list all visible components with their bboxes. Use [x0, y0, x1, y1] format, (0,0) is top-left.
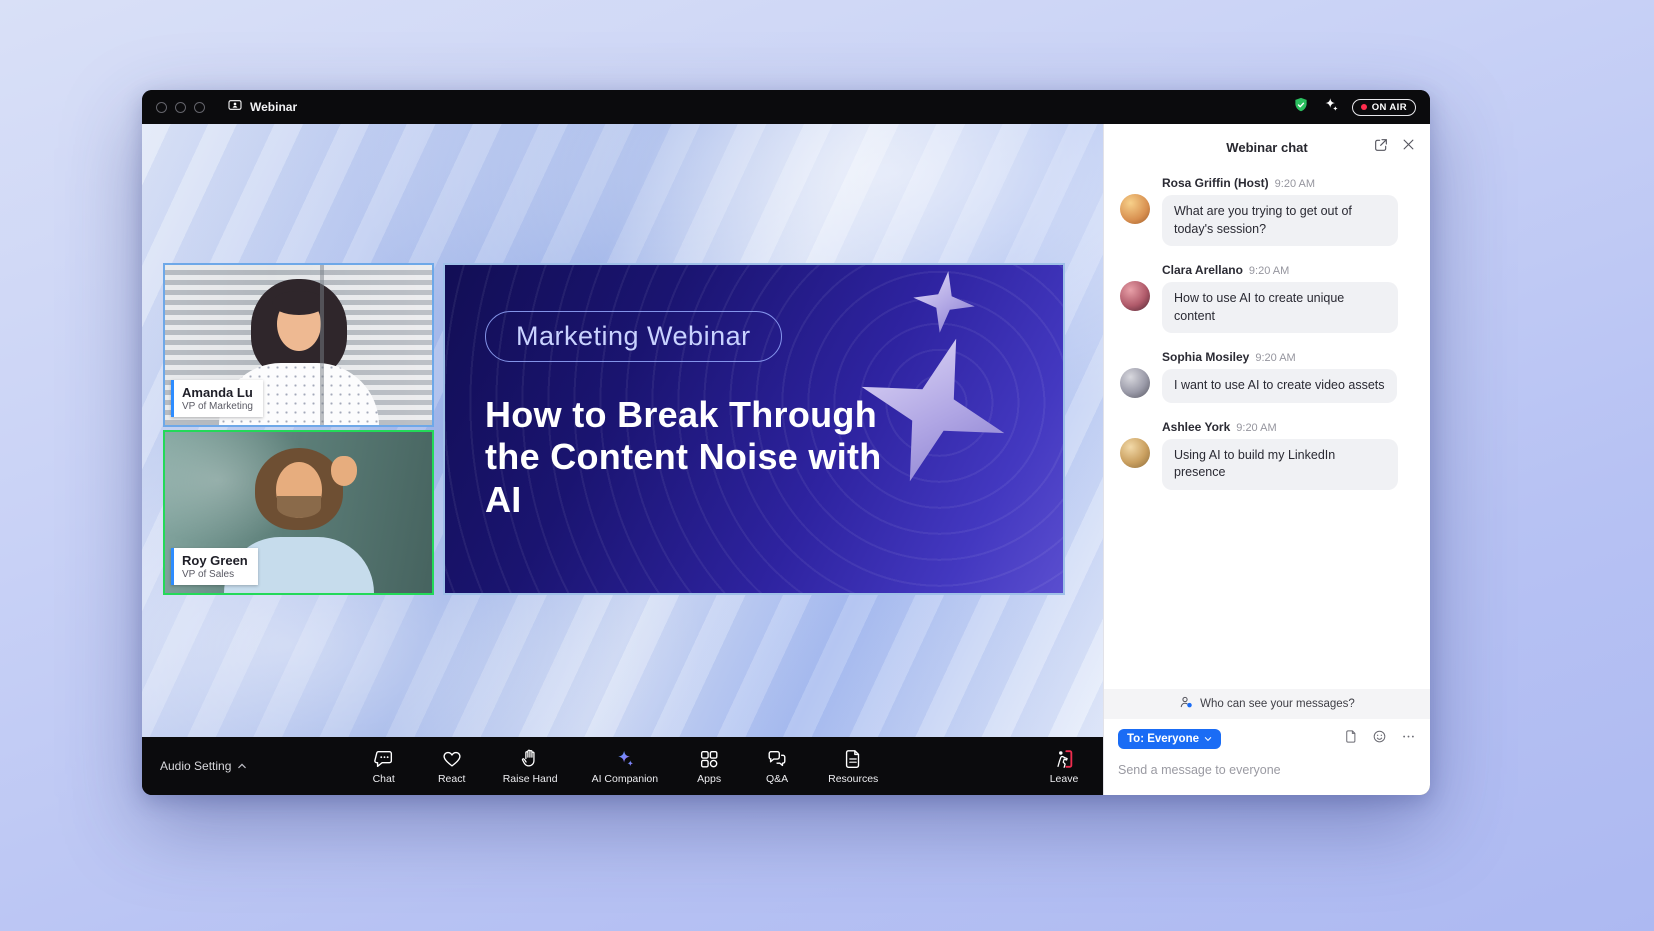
- message-time: 9:20 AM: [1236, 422, 1276, 434]
- presentation-badge: Marketing Webinar: [485, 311, 782, 362]
- message-input[interactable]: [1118, 763, 1416, 777]
- chat-button[interactable]: Chat: [367, 748, 401, 785]
- on-air-dot-icon: [1361, 104, 1367, 110]
- message-text: How to use AI to create unique content: [1162, 282, 1398, 333]
- pop-out-icon[interactable]: [1373, 137, 1389, 158]
- emoji-icon[interactable]: [1372, 729, 1387, 749]
- message-sender: Sophia Mosiley: [1162, 350, 1249, 364]
- participant-name: Roy Green: [182, 553, 248, 568]
- message-text: I want to use AI to create video assets: [1162, 369, 1397, 403]
- recipient-selector[interactable]: To: Everyone: [1118, 729, 1221, 749]
- minimize-window-button[interactable]: [175, 102, 186, 113]
- recipient-label: To: Everyone: [1127, 733, 1199, 745]
- message-time: 9:20 AM: [1275, 178, 1315, 190]
- participant-name: Amanda Lu: [182, 385, 253, 400]
- privacy-note-text: Who can see your messages?: [1200, 698, 1355, 710]
- participant-role: VP of Marketing: [182, 401, 253, 412]
- nametag-roy: Roy Green VP of Sales: [171, 548, 258, 585]
- close-icon[interactable]: [1401, 137, 1416, 157]
- qa-button[interactable]: Q&A: [760, 748, 794, 785]
- chat-message: Ashlee York 9:20 AM Using AI to build my …: [1120, 420, 1414, 490]
- attach-file-icon[interactable]: [1343, 729, 1358, 749]
- chat-panel: Webinar chat Rosa Griffin: [1103, 124, 1430, 795]
- heart-icon: [441, 748, 463, 770]
- close-window-button[interactable]: [156, 102, 167, 113]
- video-stage: Amanda Lu VP of Marketing: [142, 124, 1103, 737]
- chat-message: Rosa Griffin (Host) 9:20 AM What are you …: [1120, 176, 1414, 246]
- window-controls: [156, 102, 205, 113]
- chat-composer: To: Everyone: [1104, 719, 1430, 795]
- qa-bubbles-icon: [766, 748, 788, 770]
- chat-message-list: Rosa Griffin (Host) 9:20 AM What are you …: [1104, 170, 1430, 689]
- webinar-icon: [227, 98, 243, 117]
- avatar: [1120, 368, 1150, 398]
- resources-button[interactable]: Resources: [828, 748, 878, 785]
- message-sender: Rosa Griffin (Host): [1162, 176, 1269, 190]
- webinar-window: Webinar ON AIR: [142, 90, 1430, 795]
- document-icon: [842, 748, 864, 770]
- apps-grid-icon: [698, 748, 720, 770]
- shared-screen-presentation: Marketing Webinar How to Break Through t…: [443, 263, 1065, 595]
- maximize-window-button[interactable]: [194, 102, 205, 113]
- chevron-down-icon: [1204, 733, 1212, 745]
- chat-message: Clara Arellano 9:20 AM How to use AI to c…: [1120, 263, 1414, 333]
- raised-hand-icon: [519, 748, 541, 770]
- presentation-title: How to Break Through the Content Noise w…: [485, 394, 925, 521]
- chat-message: Sophia Mosiley 9:20 AM I want to use AI t…: [1120, 350, 1414, 403]
- message-time: 9:20 AM: [1255, 352, 1295, 364]
- avatar: [1120, 194, 1150, 224]
- message-text: Using AI to build my LinkedIn presence: [1162, 439, 1398, 490]
- leave-door-icon: [1053, 748, 1075, 770]
- on-air-label: ON AIR: [1372, 102, 1407, 113]
- message-sender: Clara Arellano: [1162, 263, 1243, 277]
- security-shield-icon[interactable]: [1292, 96, 1310, 119]
- nametag-amanda: Amanda Lu VP of Marketing: [171, 380, 263, 417]
- app-title: Webinar: [227, 98, 297, 117]
- raise-hand-button[interactable]: Raise Hand: [503, 748, 558, 785]
- desktop-background: Webinar ON AIR: [0, 0, 1654, 931]
- privacy-people-icon: [1179, 695, 1194, 713]
- audio-setting-label: Audio Setting: [160, 759, 231, 773]
- window-titlebar: Webinar ON AIR: [142, 90, 1430, 124]
- apps-button[interactable]: Apps: [692, 748, 726, 785]
- participant-role: VP of Sales: [182, 569, 248, 580]
- privacy-note-link[interactable]: Who can see your messages?: [1104, 689, 1430, 719]
- ai-companion-button[interactable]: AI Companion: [592, 748, 659, 785]
- message-sender: Ashlee York: [1162, 420, 1230, 434]
- participant-video-amanda[interactable]: Amanda Lu VP of Marketing: [163, 263, 434, 427]
- ai-companion-icon: [614, 748, 636, 770]
- participant-video-roy[interactable]: Roy Green VP of Sales: [163, 430, 434, 595]
- ai-sparkle-icon[interactable]: [1322, 96, 1340, 119]
- audio-setting-button[interactable]: Audio Setting: [160, 759, 247, 773]
- meeting-toolbar: Audio Setting Chat: [142, 737, 1103, 795]
- avatar: [1120, 438, 1150, 468]
- window-title: Webinar: [250, 100, 297, 114]
- chat-icon: [373, 748, 395, 770]
- avatar: [1120, 281, 1150, 311]
- react-button[interactable]: React: [435, 748, 469, 785]
- more-options-icon[interactable]: [1401, 729, 1416, 749]
- chat-panel-title: Webinar chat: [1226, 140, 1307, 155]
- chevron-up-icon: [237, 759, 247, 773]
- message-time: 9:20 AM: [1249, 265, 1289, 277]
- message-text: What are you trying to get out of today'…: [1162, 195, 1398, 246]
- on-air-badge: ON AIR: [1352, 99, 1416, 116]
- chat-header: Webinar chat: [1104, 124, 1430, 170]
- leave-button[interactable]: Leave: [1047, 748, 1081, 785]
